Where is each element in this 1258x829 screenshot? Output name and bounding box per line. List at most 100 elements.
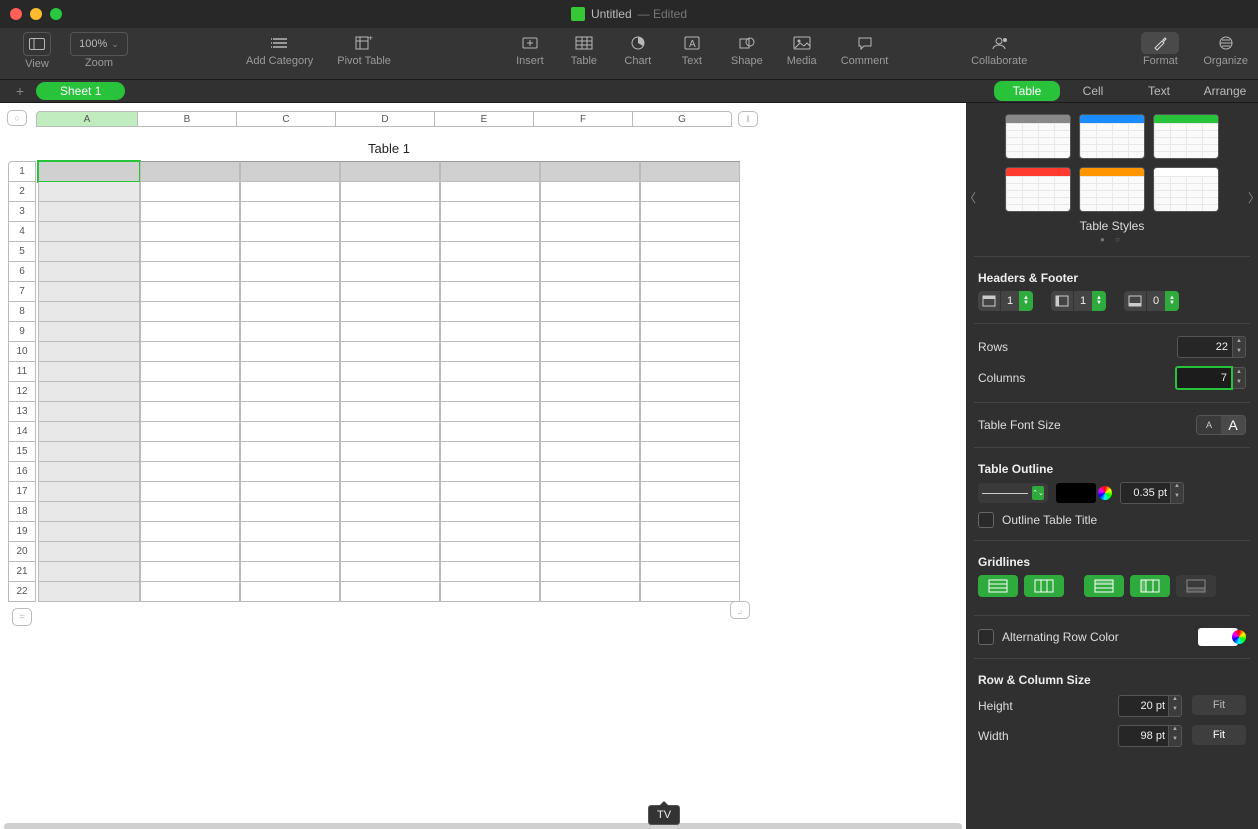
cell[interactable] — [640, 402, 740, 422]
cell[interactable] — [240, 322, 340, 342]
collaborate-button[interactable]: Collaborate — [971, 32, 1027, 67]
cell[interactable] — [340, 462, 440, 482]
row-header[interactable]: 11 — [8, 362, 36, 382]
cell[interactable] — [440, 442, 540, 462]
row-header[interactable]: 15 — [8, 442, 36, 462]
cell[interactable] — [140, 322, 240, 342]
column-header[interactable]: C — [237, 111, 336, 127]
cell[interactable] — [540, 522, 640, 542]
cell[interactable] — [340, 262, 440, 282]
comment-button[interactable]: Comment — [841, 32, 889, 67]
row-header[interactable]: 19 — [8, 522, 36, 542]
cell[interactable] — [240, 342, 340, 362]
columns-field[interactable]: ▲▼ — [1175, 366, 1246, 390]
row-header[interactable]: 16 — [8, 462, 36, 482]
cell[interactable] — [340, 161, 440, 182]
font-size-toggle[interactable]: AA — [1196, 415, 1246, 435]
cell[interactable] — [640, 542, 740, 562]
row-header[interactable]: 12 — [8, 382, 36, 402]
cell[interactable] — [140, 342, 240, 362]
cell[interactable] — [540, 482, 640, 502]
pivot-table-button[interactable]: + Pivot Table — [337, 32, 391, 67]
cell[interactable] — [640, 522, 740, 542]
cell[interactable] — [340, 182, 440, 202]
cell[interactable] — [640, 242, 740, 262]
row-header[interactable]: 18 — [8, 502, 36, 522]
gridlines-horizontal-header[interactable] — [1084, 575, 1124, 597]
cell[interactable] — [640, 482, 740, 502]
outline-width-field[interactable]: ▲▼ — [1120, 482, 1184, 504]
cell[interactable] — [340, 322, 440, 342]
cell[interactable] — [340, 442, 440, 462]
cell[interactable] — [640, 562, 740, 582]
cell[interactable] — [140, 462, 240, 482]
cell[interactable] — [140, 242, 240, 262]
add-category-button[interactable]: Add Category — [246, 32, 313, 67]
cell[interactable] — [540, 242, 640, 262]
cell[interactable] — [640, 582, 740, 602]
cell[interactable] — [540, 342, 640, 362]
cell[interactable] — [440, 342, 540, 362]
cell[interactable] — [540, 442, 640, 462]
row-header[interactable]: 1 — [8, 161, 36, 182]
cell[interactable] — [38, 542, 140, 562]
format-button[interactable]: Format — [1141, 32, 1179, 67]
row-header[interactable]: 20 — [8, 542, 36, 562]
cell[interactable] — [140, 202, 240, 222]
column-header[interactable]: E — [435, 111, 534, 127]
cell[interactable] — [640, 462, 740, 482]
cell[interactable] — [340, 482, 440, 502]
table-button[interactable]: Table — [569, 32, 599, 67]
cell[interactable] — [140, 362, 240, 382]
cell[interactable] — [340, 202, 440, 222]
cell[interactable] — [340, 362, 440, 382]
cell[interactable] — [540, 462, 640, 482]
cell[interactable] — [440, 362, 540, 382]
organize-button[interactable]: Organize — [1203, 32, 1248, 67]
cell[interactable] — [640, 222, 740, 242]
column-header[interactable]: B — [138, 111, 237, 127]
column-header[interactable]: A — [36, 111, 138, 127]
cell[interactable] — [38, 262, 140, 282]
tab-cell[interactable]: Cell — [1060, 81, 1126, 101]
add-sheet-button[interactable]: + — [10, 83, 30, 99]
cell[interactable] — [540, 222, 640, 242]
cell[interactable] — [540, 362, 640, 382]
fit-width-button[interactable]: Fit — [1192, 725, 1246, 745]
fit-height-button[interactable]: Fit — [1192, 695, 1246, 715]
cell[interactable] — [140, 582, 240, 602]
cell[interactable] — [540, 322, 640, 342]
cell[interactable] — [440, 502, 540, 522]
font-large-button[interactable]: A — [1221, 416, 1245, 434]
tab-text[interactable]: Text — [1126, 81, 1192, 101]
cell[interactable] — [140, 502, 240, 522]
cell[interactable] — [440, 382, 540, 402]
cell[interactable] — [140, 542, 240, 562]
header-cols-stepper[interactable]: 1 ▲▼ — [1051, 291, 1106, 311]
cell[interactable] — [340, 302, 440, 322]
cell[interactable] — [240, 242, 340, 262]
row-header[interactable]: 7 — [8, 282, 36, 302]
cell[interactable] — [38, 182, 140, 202]
cell[interactable] — [240, 522, 340, 542]
cell[interactable] — [240, 462, 340, 482]
cell[interactable] — [540, 182, 640, 202]
cell[interactable] — [340, 422, 440, 442]
cell[interactable] — [240, 222, 340, 242]
footer-rows-stepper[interactable]: 0 ▲▼ — [1124, 291, 1179, 311]
cell[interactable] — [640, 182, 740, 202]
cell[interactable] — [240, 282, 340, 302]
spreadsheet-grid[interactable]: 12345678910111213141516171819202122= — [8, 161, 740, 626]
cell[interactable] — [240, 422, 340, 442]
media-button[interactable]: Media — [787, 32, 817, 67]
cell[interactable] — [540, 282, 640, 302]
cell[interactable] — [240, 362, 340, 382]
cell[interactable] — [140, 182, 240, 202]
cell[interactable] — [640, 422, 740, 442]
cell[interactable] — [38, 502, 140, 522]
cell[interactable] — [340, 242, 440, 262]
cell[interactable] — [340, 542, 440, 562]
cell[interactable] — [640, 202, 740, 222]
cell[interactable] — [38, 282, 140, 302]
cell[interactable] — [240, 402, 340, 422]
